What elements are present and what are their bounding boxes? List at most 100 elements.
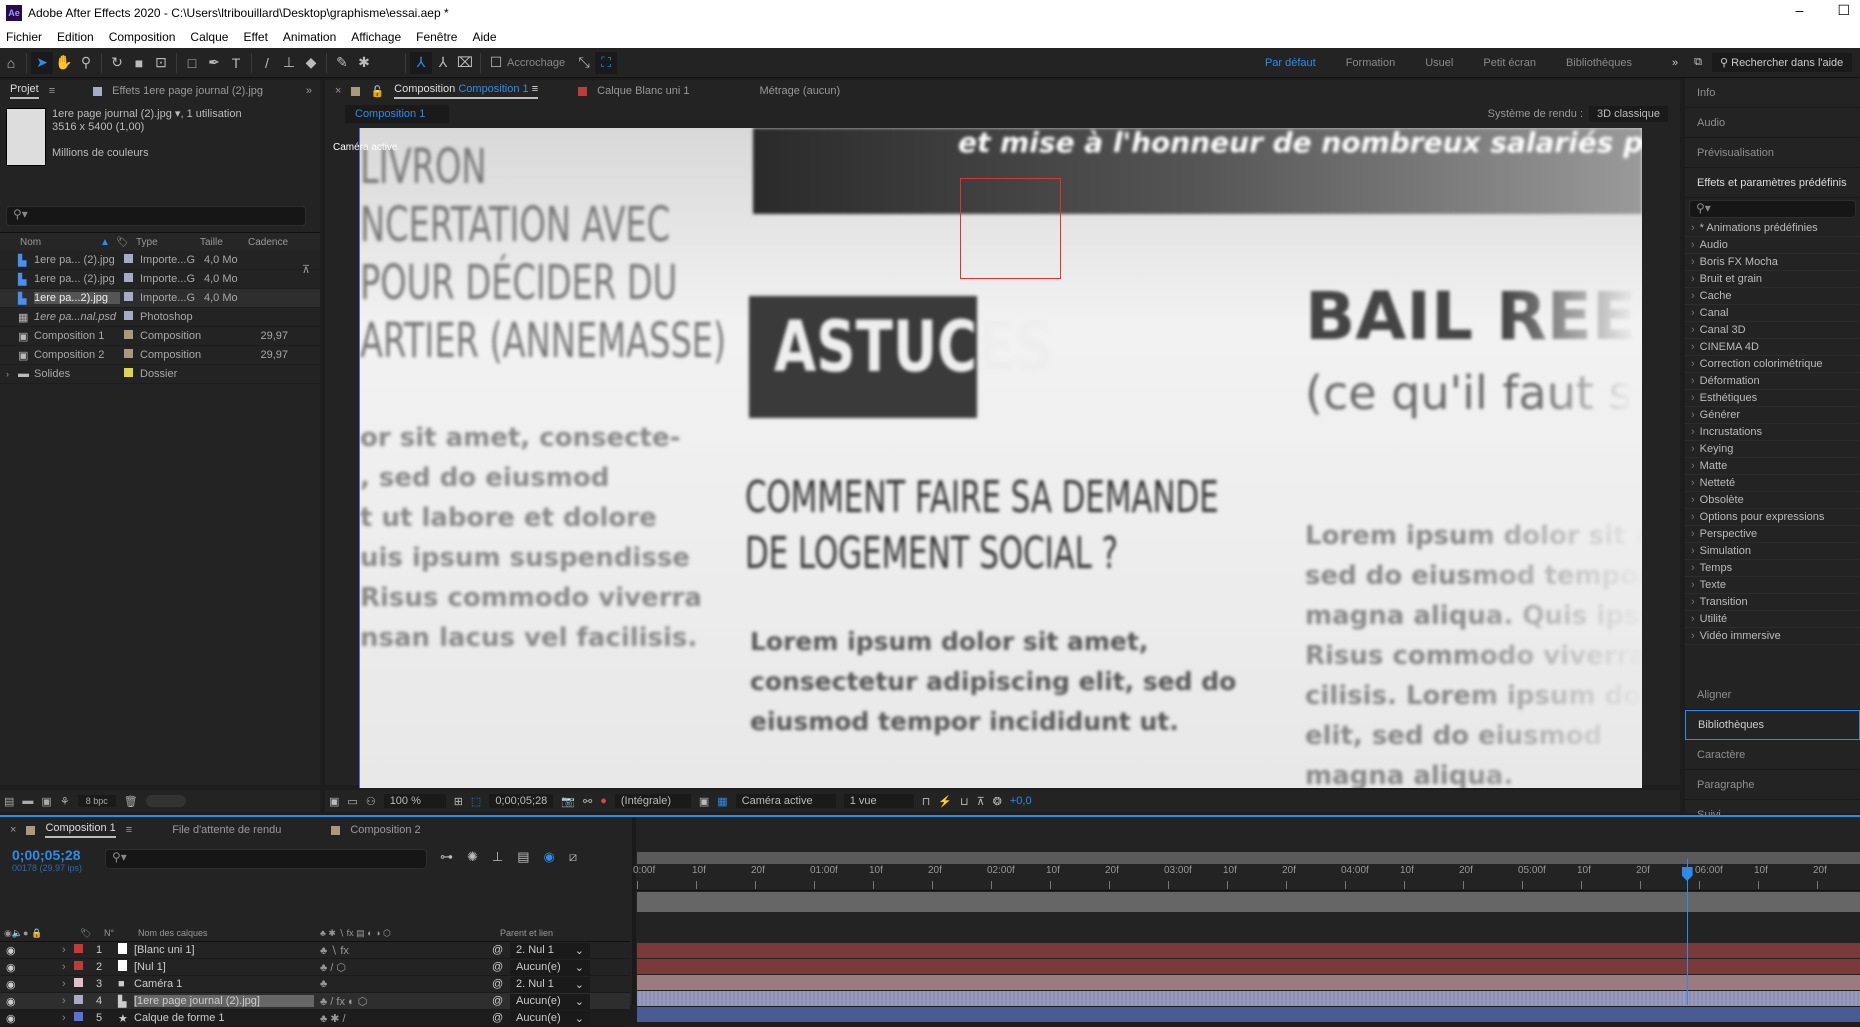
work-area-navigator[interactable] [637, 852, 1860, 864]
tab-project[interactable]: Projet [10, 83, 39, 99]
project-item[interactable]: ▙ 1ere pa...2).jpg Importe...G 4,0 Mo [0, 289, 320, 308]
fast-preview-icon[interactable]: ⚡ [938, 795, 952, 808]
workspace-3[interactable]: Petit écran [1483, 57, 1536, 69]
always-preview-icon[interactable]: ▣ [329, 795, 339, 808]
mask-visibility-icon[interactable]: ⬚ [471, 795, 481, 808]
layer-duration-bar[interactable] [637, 1007, 1860, 1022]
thumbnail-slider[interactable] [145, 795, 186, 807]
effect-category[interactable]: › Déformation [1685, 373, 1860, 390]
layer-switches[interactable]: ♣ / ⬡ [314, 961, 492, 974]
layer-label-swatch[interactable] [74, 944, 83, 953]
brush-tool-icon[interactable]: / [256, 52, 278, 74]
visibility-eye-icon[interactable]: ◉ [0, 944, 22, 957]
snapshot-icon[interactable]: 📷 [561, 795, 575, 808]
exposure-reset-icon[interactable]: ❂ [993, 795, 1002, 808]
project-item[interactable]: ▙ 1ere pa... (2).jpg Importe...G 4,0 Mo [0, 270, 320, 289]
tab-effect-controls[interactable]: Effets 1ere page journal (2).jpg [112, 85, 263, 97]
hand-tool-icon[interactable]: ✋ [53, 52, 75, 74]
pen-tool-icon[interactable]: ✒ [203, 52, 225, 74]
expand-chevron-icon[interactable]: › [62, 944, 74, 956]
flowchart-icon[interactable]: ⊼ [302, 263, 310, 276]
new-folder-icon[interactable]: ▬ [22, 795, 33, 807]
label-swatch[interactable] [124, 311, 133, 320]
panel-bottom-3[interactable]: Paragraphe [1685, 770, 1860, 800]
label-swatch[interactable] [124, 273, 133, 282]
workspace-1[interactable]: Formation [1346, 57, 1396, 69]
toggle-pixel-icon[interactable]: ⊓ [922, 795, 931, 808]
effect-category[interactable]: › Bruit et grain [1685, 271, 1860, 288]
visibility-eye-icon[interactable]: ◉ [0, 995, 22, 1008]
label-swatch[interactable] [124, 349, 133, 358]
effect-category[interactable]: › Incrustations [1685, 424, 1860, 441]
effect-category[interactable]: › CINEMA 4D [1685, 339, 1860, 356]
maximize-button[interactable]: ☐ [1837, 2, 1850, 19]
text-tool-icon[interactable]: T [225, 52, 247, 74]
layer-label-swatch[interactable] [74, 961, 83, 970]
effect-category[interactable]: › Netteté [1685, 475, 1860, 492]
layer-row[interactable]: ◉ › 5 ★ Calque de forme 1 ♣ ✱ / @ Aucun(e) ⌄ [0, 1010, 630, 1027]
layer-duration-bar[interactable] [637, 975, 1860, 990]
timeline-timecode[interactable]: 0;00;05;28 [12, 847, 82, 863]
workspace-2[interactable]: Usuel [1425, 57, 1453, 69]
effect-category[interactable]: › Utilité [1685, 611, 1860, 628]
effect-category[interactable]: › Keying [1685, 441, 1860, 458]
col-name[interactable]: Nom [0, 237, 100, 248]
comp-mini-flowchart-icon[interactable]: ⊶ [440, 849, 453, 865]
label-swatch[interactable] [124, 330, 133, 339]
new-composition-icon[interactable]: ▣ [41, 795, 51, 808]
close-tab-icon[interactable]: × [335, 85, 341, 97]
menu-4[interactable]: Effet [243, 30, 267, 44]
clone-stamp-tool-icon[interactable]: ⊥ [278, 52, 300, 74]
panel-bottom-1[interactable]: Bibliothèques [1685, 710, 1860, 740]
effect-category[interactable]: › Simulation [1685, 543, 1860, 560]
camera-tool-icon[interactable]: ■ [128, 52, 150, 74]
layer-switches[interactable]: ♣ ∖ fx [314, 944, 492, 957]
panel-0[interactable]: Info [1685, 78, 1860, 108]
pickwhip-icon[interactable]: @ [492, 944, 510, 956]
project-search-input[interactable]: ⚲▾ [6, 206, 306, 226]
col-type[interactable]: Type [136, 237, 200, 248]
visibility-eye-icon[interactable]: ◉ [0, 961, 22, 974]
effect-category[interactable]: › Matte [1685, 458, 1860, 475]
panel-menu-icon[interactable]: ≡ [49, 85, 55, 97]
layer-name[interactable]: Calque de forme 1 [134, 1012, 314, 1024]
views-dropdown[interactable]: 1 vue [843, 794, 914, 808]
layer-row[interactable]: ◉ › 3 ■ Caméra 1 ♣ @2. Nul 1 ⌄ [0, 976, 630, 993]
effect-category[interactable]: › Audio [1685, 237, 1860, 254]
frame-blending-icon[interactable]: ▤ [517, 849, 529, 865]
effect-category[interactable]: › Canal [1685, 305, 1860, 322]
tab-layer[interactable]: Calque Blanc uni 1 [597, 85, 689, 97]
workspace-4[interactable]: Bibliothèques [1566, 57, 1632, 69]
layer-duration-bar[interactable] [637, 991, 1860, 1006]
effect-category[interactable]: › Temps [1685, 560, 1860, 577]
world-axis-icon[interactable]: ⅄ [432, 52, 454, 74]
expand-chevron-icon[interactable]: › [62, 978, 74, 990]
timeline-icon[interactable]: ⊔ [960, 795, 969, 808]
layer-name[interactable]: Caméra 1 [134, 978, 314, 990]
effect-category[interactable]: › Boris FX Mocha [1685, 254, 1860, 271]
effect-category[interactable]: › * Animations prédéfinies [1685, 220, 1860, 237]
effect-category[interactable]: › Texte [1685, 577, 1860, 594]
show-snapshot-icon[interactable]: ⚯ [583, 795, 592, 808]
composition-canvas[interactable]: et mise à l'honneur de nombreux salariés… [360, 128, 1642, 788]
timeline-tab-2[interactable]: Composition 2 [350, 824, 420, 836]
safe-margins-icon[interactable]: ⊞ [454, 795, 463, 808]
label-tag-icon[interactable]: 🏷 [116, 237, 136, 248]
col-layer-name[interactable]: Nom des calques [138, 928, 320, 938]
channel-icon[interactable]: ● [600, 795, 607, 807]
visibility-eye-icon[interactable]: ◉ [0, 1012, 22, 1025]
snap-checkbox[interactable]: ☐ [485, 52, 507, 74]
pickwhip-icon[interactable]: @ [492, 978, 510, 990]
close-tab-icon[interactable]: × [10, 824, 16, 836]
menu-2[interactable]: Composition [109, 30, 176, 44]
tab-composition-1[interactable]: Composition 1 [458, 83, 528, 95]
effects-presets-title[interactable]: Effets et paramètres prédéfinis [1685, 168, 1860, 198]
interpret-footage-icon[interactable]: ▤ [4, 795, 14, 808]
panel-bottom-0[interactable]: Aligner [1685, 680, 1860, 710]
project-item[interactable]: › ▬ Solides Dossier [0, 365, 320, 384]
selection-tool-icon[interactable]: ➤ [31, 51, 53, 74]
project-item[interactable]: ▣ Composition 2 Composition 29,97 [0, 346, 320, 365]
tab-footage[interactable]: Métrage (aucun) [760, 85, 841, 97]
label-swatch[interactable] [124, 292, 133, 301]
home-icon[interactable]: ⌂ [0, 52, 22, 74]
